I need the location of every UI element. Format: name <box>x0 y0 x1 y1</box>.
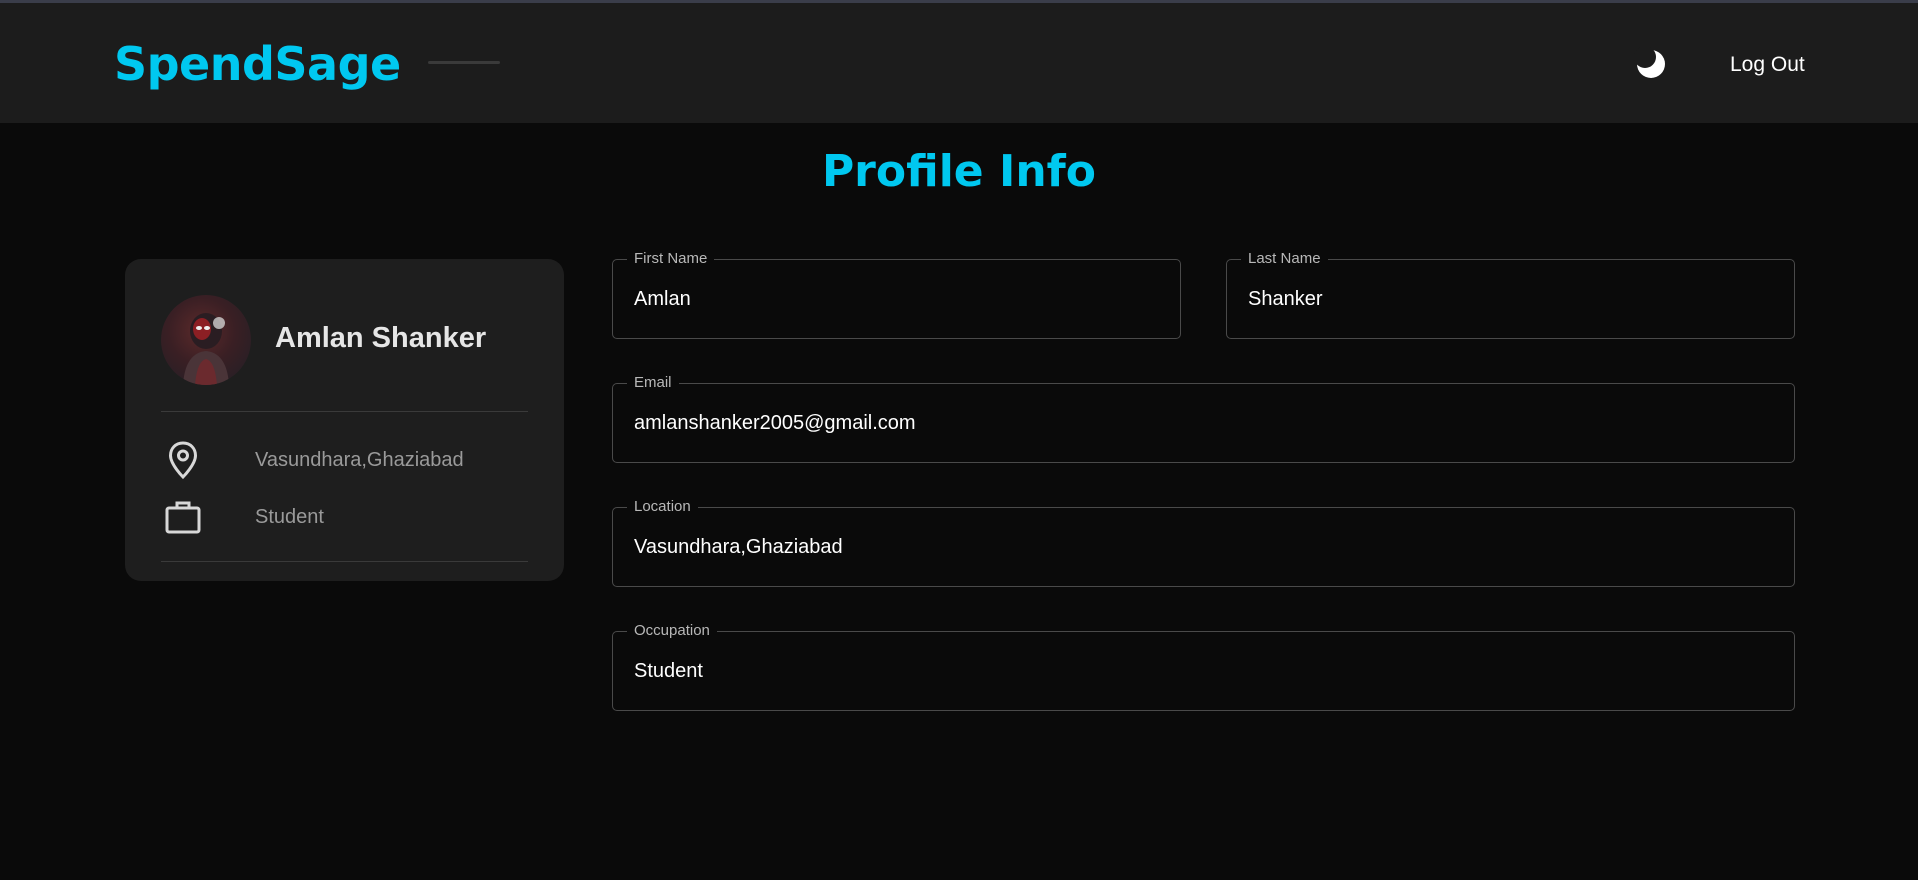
last-name-field: Last Name <box>1226 250 1795 339</box>
first-name-label: First Name <box>627 250 715 268</box>
last-name-input[interactable] <box>1227 260 1794 338</box>
avatar[interactable] <box>161 295 251 385</box>
location-field: Location <box>612 498 1795 587</box>
moon-icon <box>1634 46 1665 78</box>
occupation-label: Occupation <box>627 622 717 640</box>
first-name-field: First Name <box>612 250 1181 339</box>
profile-name: Amlan Shanker <box>275 322 487 354</box>
theme-toggle-button[interactable] <box>1634 46 1668 81</box>
occupation-field: Occupation <box>612 622 1795 711</box>
email-field: Email <box>612 374 1795 463</box>
last-name-label: Last Name <box>1241 250 1328 268</box>
briefcase-icon <box>161 495 205 539</box>
email-input[interactable] <box>613 384 1794 462</box>
profile-occupation-row: Student <box>161 495 528 539</box>
profile-location-row: Vasundhara,Ghaziabad <box>161 438 528 482</box>
profile-location-text: Vasundhara,Ghaziabad <box>255 449 464 471</box>
first-name-input[interactable] <box>613 260 1180 338</box>
card-divider <box>161 561 528 562</box>
occupation-input[interactable] <box>613 632 1794 710</box>
profile-card: Amlan Shanker Vasundhara,Ghaziabad Stude… <box>125 259 564 581</box>
location-label: Location <box>627 498 698 516</box>
logout-button[interactable]: Log Out <box>1730 53 1805 77</box>
location-pin-icon <box>161 438 205 482</box>
avatar-image <box>183 313 229 385</box>
brand-divider <box>428 61 500 64</box>
profile-occupation-text: Student <box>255 506 324 528</box>
brand-logo[interactable]: SpendSage <box>114 37 401 91</box>
location-input[interactable] <box>613 508 1794 586</box>
app-header: SpendSage Log Out <box>0 3 1918 123</box>
email-label: Email <box>627 374 679 392</box>
card-divider <box>161 411 528 412</box>
page-title: Profile Info <box>821 146 1097 197</box>
